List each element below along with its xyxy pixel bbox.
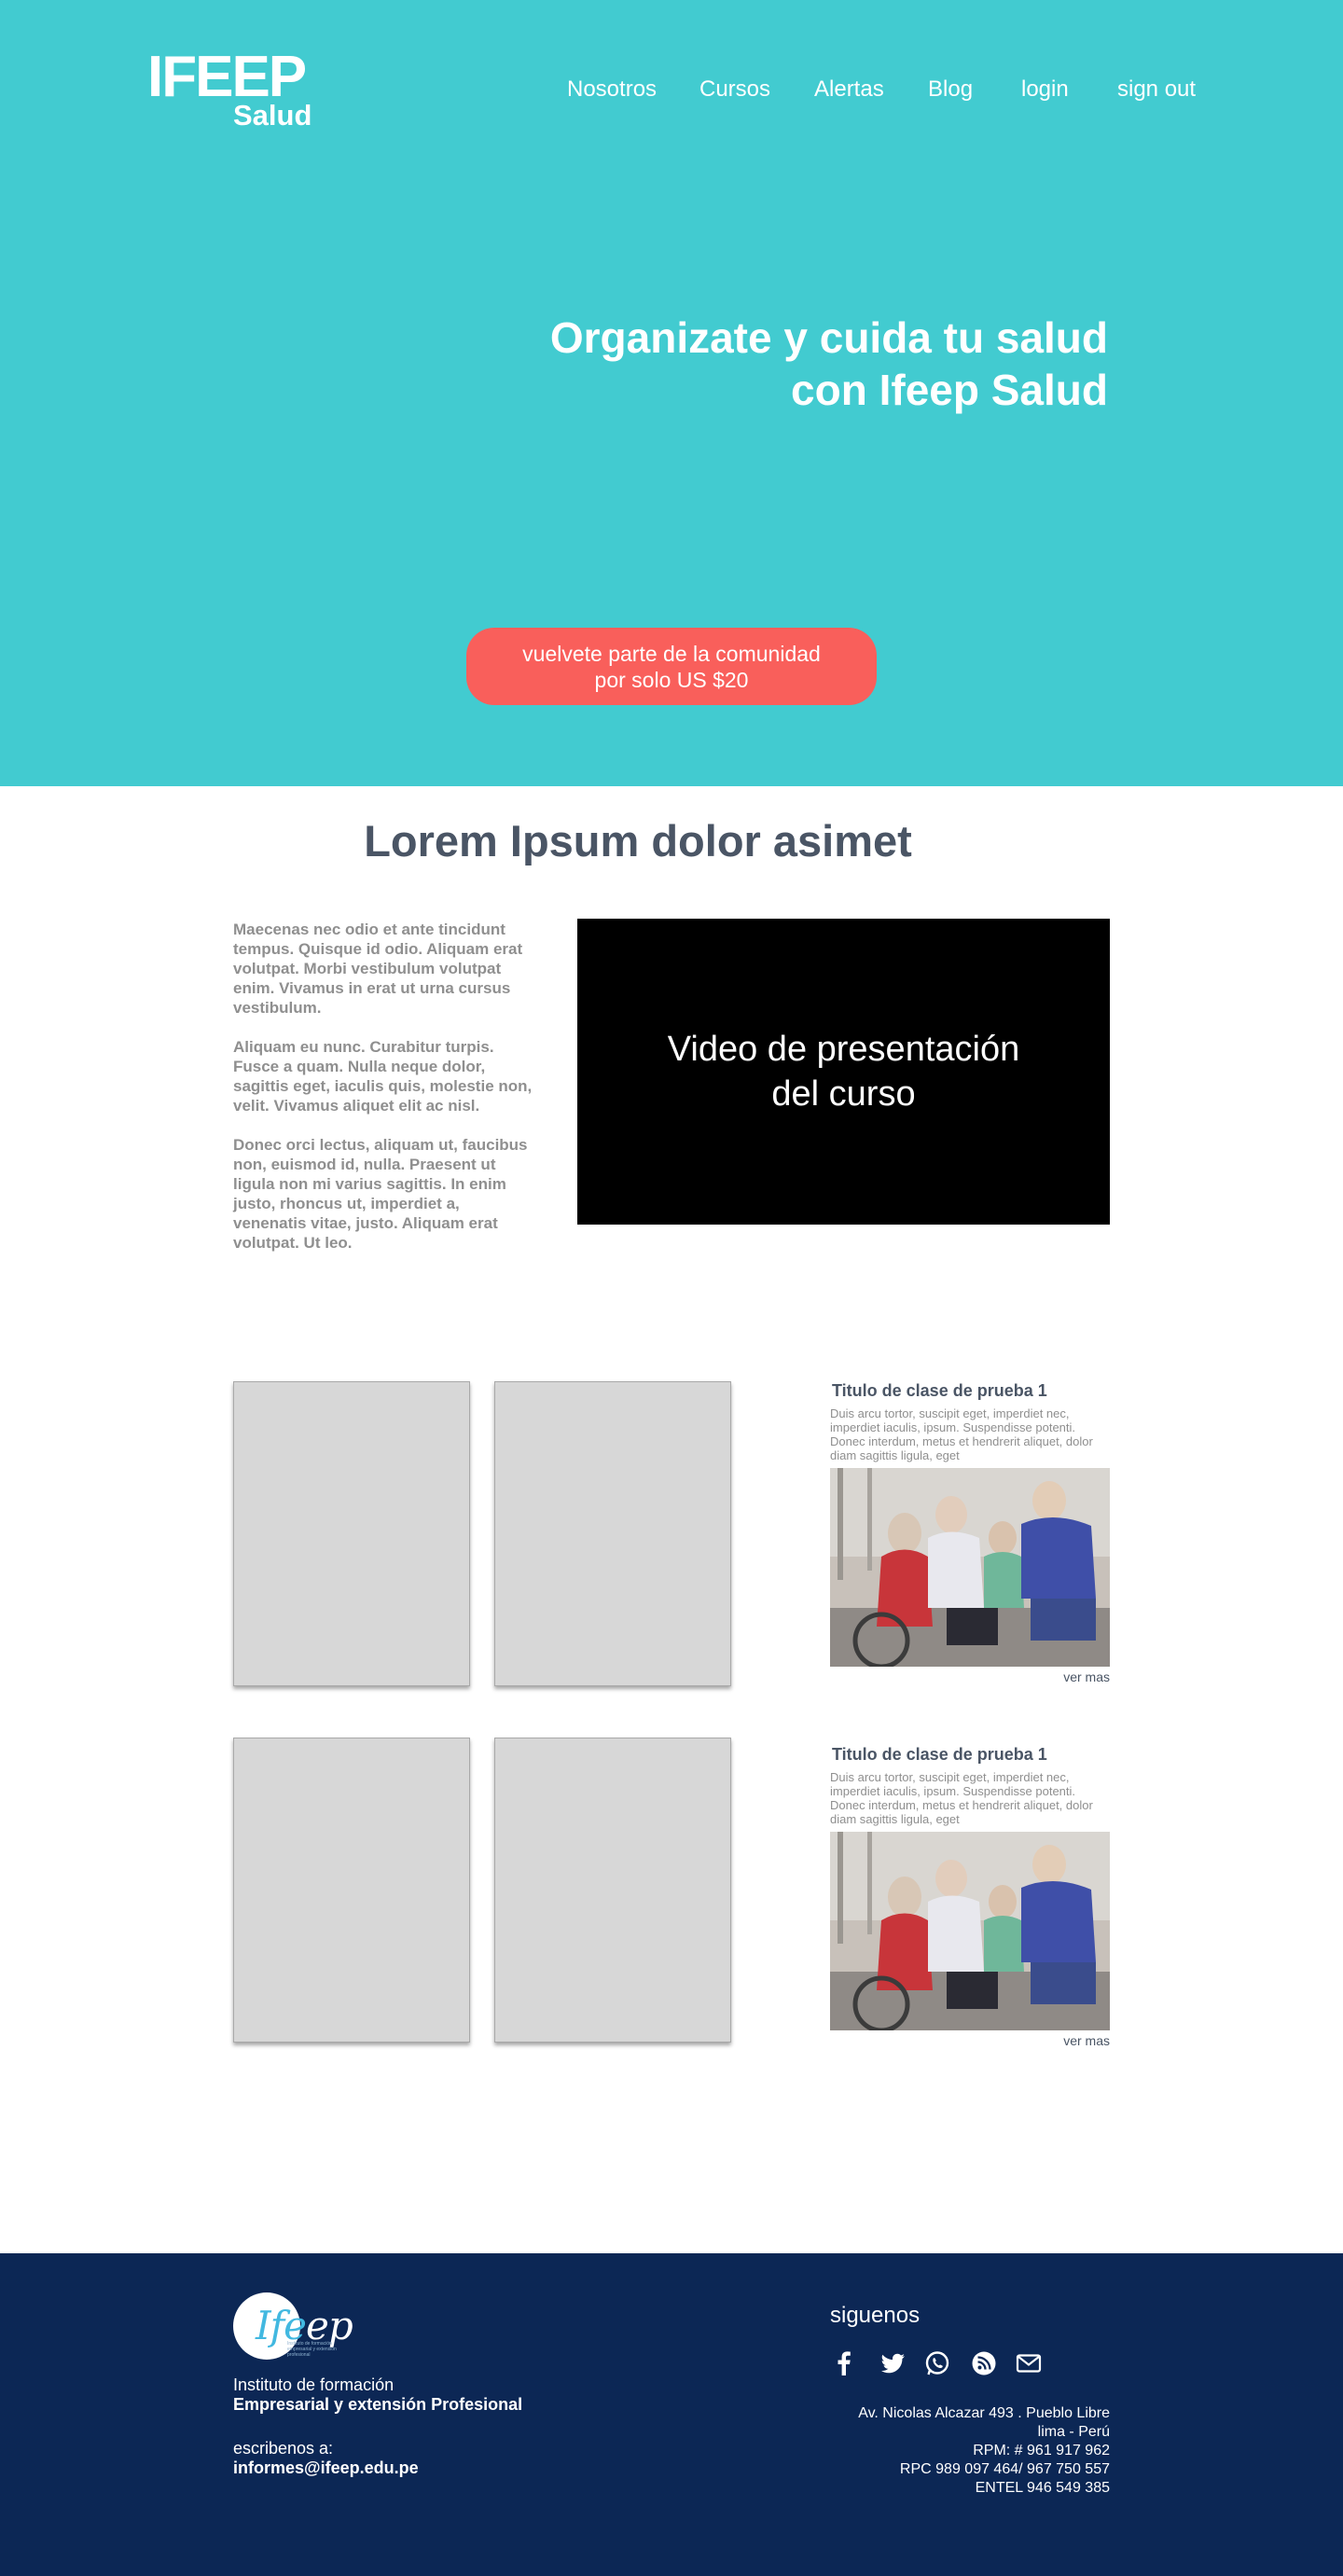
- hero-title: Organizate y cuida tu salud con Ifeep Sa…: [549, 313, 1108, 414]
- course-card[interactable]: [233, 1381, 470, 1686]
- read-more-link[interactable]: ver mas: [830, 2033, 1110, 2048]
- course-card[interactable]: [233, 1738, 470, 2043]
- section-title: Lorem Ipsum dolor asimet: [364, 816, 912, 866]
- contact-address: Av. Nicolas Alcazar 493 . Pueblo Libre l…: [737, 2404, 1110, 2498]
- rss-icon[interactable]: [970, 2349, 998, 2377]
- nav-item-sign-out[interactable]: sign out: [1117, 75, 1196, 104]
- mail-icon[interactable]: [1015, 2349, 1043, 2377]
- logo-tagline: Instituto de formación empresarial y ext…: [287, 2341, 337, 2358]
- phone-line: RPC 989 097 464/ 967 750 557: [899, 2461, 1110, 2477]
- follow-heading: siguenos: [830, 2303, 921, 2328]
- footer: Ifeep Instituto de formación empresarial…: [0, 2253, 1343, 2576]
- nav-item-login[interactable]: login: [1021, 75, 1069, 104]
- post-image[interactable]: [830, 1468, 1110, 1667]
- class-post: Titulo de clase de prueba 1 Duis arcu to…: [830, 1744, 1110, 2048]
- address-line: lima - Perú: [1037, 2424, 1110, 2440]
- address-line: Av. Nicolas Alcazar 493 . Pueblo Libre: [858, 2405, 1110, 2421]
- facebook-icon[interactable]: [830, 2349, 858, 2377]
- nav-item-cursos[interactable]: Cursos: [699, 75, 770, 104]
- institute-line-strong: Empresarial y extensión Profesional: [233, 2395, 523, 2414]
- institute-line: Instituto de formación: [233, 2375, 395, 2394]
- seniors-waiting-photo: [830, 1468, 1110, 1667]
- contact-email-link[interactable]: informes@ifeep.edu.pe: [233, 2458, 419, 2478]
- read-more-link[interactable]: ver mas: [830, 1669, 1110, 1684]
- whatsapp-icon[interactable]: [923, 2349, 951, 2377]
- intro-paragraph: Maecenas nec odio et ante tincidunt temp…: [233, 921, 523, 1017]
- nav-item-nosotros[interactable]: Nosotros: [567, 75, 657, 104]
- phone-line: ENTEL 946 549 385: [975, 2480, 1110, 2496]
- seniors-waiting-photo: [830, 1832, 1110, 2030]
- intro-text: Maecenas nec odio et ante tincidunt temp…: [233, 920, 536, 1272]
- post-image[interactable]: [830, 1832, 1110, 2030]
- nav-item-blog[interactable]: Blog: [928, 75, 973, 104]
- post-title[interactable]: Titulo de clase de prueba 1: [830, 1380, 1110, 1401]
- course-card[interactable]: [494, 1738, 731, 2043]
- phone-line: RPM: # 961 917 962: [973, 2443, 1110, 2458]
- join-community-button[interactable]: vuelvete parte de la comunidad por solo …: [466, 628, 877, 705]
- intro-paragraph: Aliquam eu nunc. Curabitur turpis. Fusce…: [233, 1038, 533, 1115]
- course-card[interactable]: [494, 1381, 731, 1686]
- intro-paragraph: Donec orci lectus, aliquam ut, faucibus …: [233, 1136, 528, 1252]
- hero-section: IFEEP Salud Nosotros Cursos Alertas Blog…: [0, 0, 1343, 786]
- post-excerpt: Duis arcu tortor, suscipit eget, imperdi…: [830, 1770, 1093, 1826]
- ifeep-footer-logo[interactable]: Ifeep Instituto de formación empresarial…: [233, 2292, 353, 2361]
- write-to-label: escribenos a:: [233, 2439, 334, 2458]
- main-nav: Nosotros Cursos Alertas Blog login sign …: [0, 75, 1343, 104]
- post-excerpt: Duis arcu tortor, suscipit eget, imperdi…: [830, 1406, 1093, 1462]
- class-post: Titulo de clase de prueba 1 Duis arcu to…: [830, 1380, 1110, 1684]
- course-video-player[interactable]: Video de presentación del curso: [577, 919, 1110, 1225]
- post-title[interactable]: Titulo de clase de prueba 1: [830, 1744, 1110, 1765]
- nav-item-alertas[interactable]: Alertas: [814, 75, 884, 104]
- twitter-icon[interactable]: [879, 2349, 907, 2377]
